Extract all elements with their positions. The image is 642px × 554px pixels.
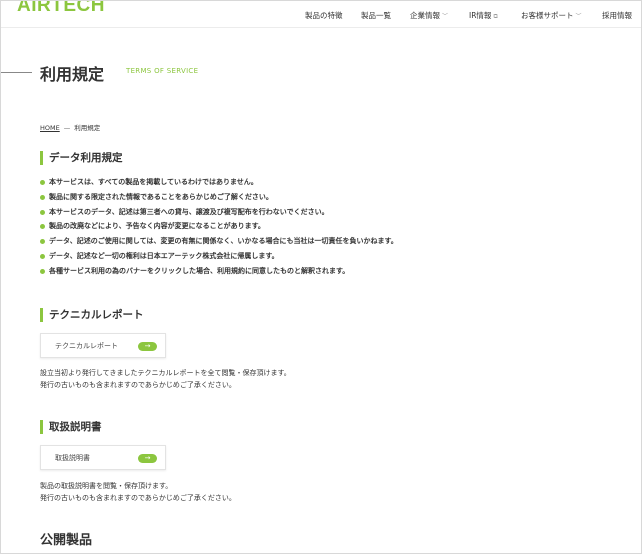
site-header: AIRTECH 製品の特徴 製品一覧 企業情報 ﹀ IR情報 ⧉ お客様サポート ﹀ … — [1, 1, 641, 27]
data-terms-list: 本サービスは、すべての製品を掲載しているわけではありません。 製品に関する限定さ… — [40, 176, 398, 280]
arrow-right-icon: → — [138, 342, 157, 351]
technical-report-description: 設立当初より発行してきましたテクニカルレポートを全て閲覧・保存頂けます。 発行の… — [40, 369, 291, 389]
technical-report-link-label: テクニカルレポート — [55, 342, 118, 350]
nav-item-features[interactable]: 製品の特徴 — [305, 10, 343, 21]
list-item: データ、記述など一切の権利は日本エアーテック株式会社に帰属します。 — [40, 250, 398, 265]
title-rule — [1, 72, 32, 73]
section-heading-data-terms: データ利用規定 — [40, 151, 123, 165]
breadcrumb-current: 利用規定 — [74, 124, 101, 132]
arrow-right-icon: → — [138, 454, 157, 463]
nav-item-products[interactable]: 製品一覧 — [361, 10, 391, 21]
manual-description: 製品の取扱説明書を閲覧・保存頂けます。 発行の古いものも含まれますのであらかじめ… — [40, 482, 236, 502]
nav-item-company[interactable]: 企業情報 ﹀ — [410, 10, 448, 21]
list-item: データ、記述のご使用に関しては、変更の有無に関係なく、いかなる場合にも当社は一切… — [40, 235, 398, 250]
breadcrumb-home-link[interactable]: HOME — [40, 124, 60, 132]
list-item: 製品に関する限定された情報であることをあらかじめご了解ください。 — [40, 191, 398, 206]
header-divider — [1, 27, 641, 28]
list-item: 製品の改廃などにより、予告なく内容が変更になることがあります。 — [40, 220, 398, 235]
technical-report-link-button[interactable]: テクニカルレポート → — [40, 333, 166, 358]
nav-item-support[interactable]: お客様サポート ﹀ — [521, 10, 582, 21]
list-item: 本サービスは、すべての製品を掲載しているわけではありません。 — [40, 176, 398, 191]
section-heading-technical-report: テクニカルレポート — [40, 308, 144, 322]
page-frame: AIRTECH 製品の特徴 製品一覧 企業情報 ﹀ IR情報 ⧉ お客様サポート ﹀ … — [0, 0, 642, 554]
external-link-icon: ⧉ — [493, 13, 498, 20]
nav-item-ir[interactable]: IR情報 ⧉ — [469, 10, 498, 21]
page-title-en: TERMS OF SERVICE — [126, 67, 199, 75]
manual-link-button[interactable]: 取扱説明書 → — [40, 445, 166, 470]
breadcrumb: HOME — 利用規定 — [40, 122, 100, 132]
chevron-down-icon: ﹀ — [442, 13, 449, 20]
list-item: 各種サービス利用の為のバナーをクリックした場合、利用規約に同意したものと解釈され… — [40, 265, 398, 280]
breadcrumb-separator: — — [63, 124, 71, 132]
section-heading-manual: 取扱説明書 — [40, 420, 102, 434]
chevron-down-icon: ﹀ — [575, 13, 582, 20]
main-nav: 製品の特徴 製品一覧 企業情報 ﹀ IR情報 ⧉ お客様サポート ﹀ 採用情報 — [1, 10, 641, 22]
page-title: 利用規定 — [40, 65, 105, 84]
section-heading-public-products: 公開製品 — [40, 533, 93, 548]
manual-link-label: 取扱説明書 — [55, 454, 90, 462]
nav-item-recruit[interactable]: 採用情報 — [602, 10, 632, 21]
list-item: 本サービスのデータ、記述は第三者への貸与、譲渡及び複写配布を行わないでください。 — [40, 206, 398, 221]
